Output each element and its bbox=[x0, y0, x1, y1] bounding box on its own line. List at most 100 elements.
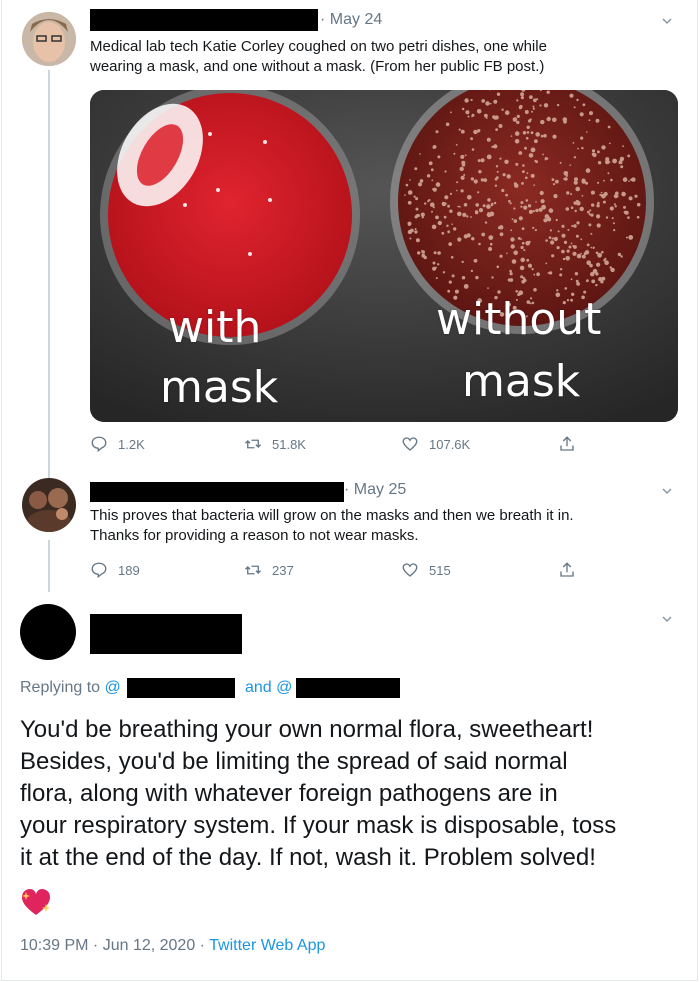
colony-dot bbox=[590, 190, 595, 195]
avatar[interactable] bbox=[22, 12, 76, 66]
colony-dot bbox=[463, 284, 469, 289]
colony-dot bbox=[546, 157, 549, 160]
colony-dot bbox=[548, 236, 552, 239]
tweet-date[interactable]: · May 24 bbox=[320, 11, 382, 29]
colony-dot bbox=[510, 229, 513, 232]
colony-dot bbox=[609, 206, 614, 211]
colony-dot bbox=[480, 178, 484, 182]
colony-dot bbox=[456, 189, 458, 192]
avatar[interactable] bbox=[20, 604, 76, 660]
colony-dot bbox=[516, 120, 520, 125]
colony-dot bbox=[561, 249, 565, 254]
colony-dot bbox=[528, 209, 533, 214]
colony-dot bbox=[420, 212, 425, 217]
colony-dot bbox=[491, 276, 494, 279]
colony-dot bbox=[521, 241, 525, 245]
mention-link[interactable]: @ bbox=[276, 679, 292, 696]
colony-dot bbox=[457, 205, 460, 208]
colony-dot bbox=[405, 183, 409, 187]
redacted-username bbox=[90, 9, 318, 31]
colony-dot bbox=[573, 245, 577, 249]
colony-dot bbox=[506, 252, 508, 255]
chevron-down-icon[interactable] bbox=[662, 614, 672, 624]
colony-dot bbox=[493, 144, 498, 149]
tweet-date[interactable]: · May 25 bbox=[344, 481, 406, 499]
colony-dot bbox=[589, 111, 593, 116]
share-button[interactable] bbox=[558, 435, 586, 453]
like-button[interactable]: 107.6K bbox=[401, 435, 470, 453]
colony-dot bbox=[555, 218, 558, 222]
colony-dot bbox=[630, 178, 633, 181]
avatar[interactable] bbox=[22, 478, 76, 532]
colony-dot bbox=[608, 161, 611, 163]
colony-dot bbox=[603, 191, 608, 197]
colony-dot bbox=[597, 150, 600, 154]
mention-link[interactable]: @ bbox=[105, 679, 121, 696]
colony-dot bbox=[525, 199, 529, 202]
colony-dot bbox=[595, 272, 599, 276]
chevron-down-icon[interactable] bbox=[662, 16, 672, 26]
chevron-down-icon[interactable] bbox=[662, 486, 672, 496]
colony-dot bbox=[473, 179, 478, 184]
colony-dot bbox=[525, 176, 528, 180]
colony-dot bbox=[636, 215, 640, 219]
retweet-button[interactable]: 237 bbox=[244, 561, 294, 579]
colony-dot bbox=[591, 149, 596, 153]
colony-dot bbox=[499, 232, 504, 237]
colony-dot bbox=[592, 152, 597, 158]
colony-dot bbox=[520, 205, 523, 208]
colony-dot bbox=[575, 199, 579, 203]
colony-dot bbox=[608, 142, 611, 145]
colony-dot bbox=[566, 249, 570, 253]
colony-dot bbox=[549, 229, 552, 232]
colony-dot bbox=[458, 205, 461, 208]
colony-dot bbox=[575, 279, 579, 283]
colony-dot bbox=[414, 230, 418, 234]
colony-dot bbox=[509, 269, 512, 273]
colony-dot bbox=[460, 129, 465, 134]
tweet-timestamp[interactable]: 10:39 PM · Jun 12, 2020 · bbox=[20, 937, 205, 954]
colony-dot bbox=[627, 154, 631, 158]
colony-dot bbox=[473, 258, 478, 263]
colony-dot bbox=[530, 173, 535, 178]
tweet-media-image[interactable]: with mask without mask bbox=[90, 90, 678, 422]
colony-dot bbox=[485, 101, 490, 106]
colony-dot bbox=[580, 136, 584, 140]
colony-dot bbox=[530, 147, 536, 153]
colony-dot bbox=[586, 131, 588, 133]
colony-dot bbox=[431, 179, 434, 182]
like-button[interactable]: 515 bbox=[401, 561, 451, 579]
colony-dot bbox=[543, 218, 548, 223]
colony-dot bbox=[419, 179, 424, 183]
share-button[interactable] bbox=[558, 561, 586, 579]
colony-dot bbox=[442, 271, 446, 274]
tweet-source-link[interactable]: Twitter Web App bbox=[209, 937, 325, 954]
colony-dot bbox=[519, 104, 523, 109]
colony-dot bbox=[525, 136, 529, 140]
colony-dot bbox=[595, 118, 600, 123]
colony-dot bbox=[484, 113, 488, 118]
colony-dot bbox=[531, 110, 533, 113]
reply-button[interactable]: 189 bbox=[90, 561, 140, 579]
colony-dot bbox=[467, 115, 470, 118]
colony-dot bbox=[526, 125, 530, 129]
colony-dot bbox=[426, 174, 431, 178]
reply-button[interactable]: 1.2K bbox=[90, 435, 145, 453]
colony-dot bbox=[433, 251, 437, 255]
colony-dot bbox=[551, 254, 555, 258]
colony-dot bbox=[450, 111, 452, 114]
colony-dot bbox=[561, 233, 566, 238]
colony-dot bbox=[535, 208, 539, 213]
colony-dot bbox=[461, 160, 466, 165]
colony-dot bbox=[533, 184, 535, 186]
colony-dot bbox=[592, 246, 595, 249]
colony-dot bbox=[511, 259, 517, 264]
colony-dot bbox=[435, 215, 439, 220]
colony-dot bbox=[528, 153, 534, 158]
colony-dot bbox=[467, 195, 472, 200]
colony-dot bbox=[495, 165, 499, 168]
retweet-button[interactable]: 51.8K bbox=[244, 435, 306, 453]
colony-dot bbox=[501, 188, 505, 193]
colony-dot bbox=[514, 139, 520, 144]
colony-dot bbox=[565, 256, 570, 261]
